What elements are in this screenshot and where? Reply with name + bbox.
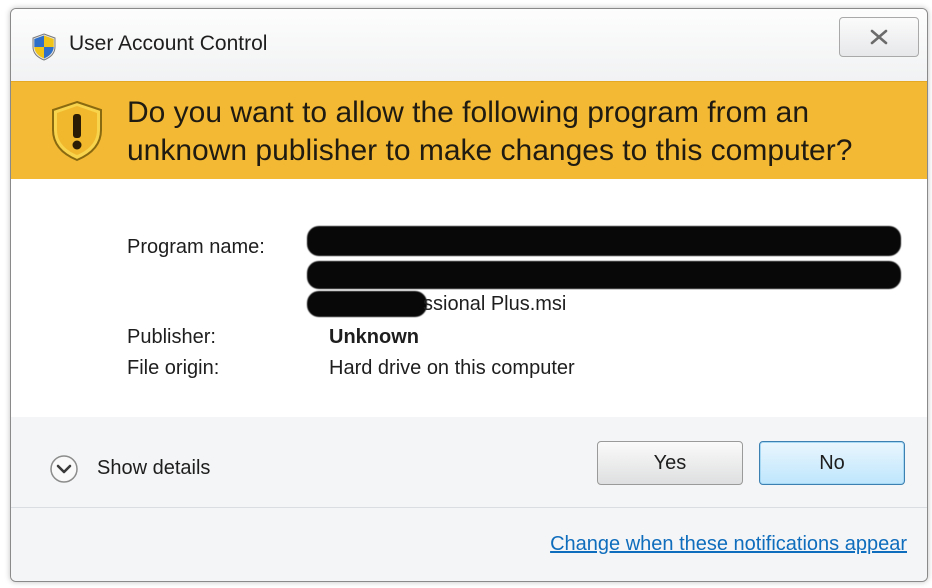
close-icon — [870, 29, 888, 45]
program-details: Program name: ssional Plus.msi Publisher… — [11, 179, 927, 417]
uac-dialog: User Account Control Do you want to allo… — [10, 8, 928, 582]
redaction-mark — [307, 291, 427, 317]
yes-button[interactable]: Yes — [597, 441, 743, 485]
window-title: User Account Control — [69, 32, 268, 55]
show-details-label: Show details — [97, 457, 211, 479]
warning-shield-icon — [52, 100, 102, 162]
uac-shield-icon — [32, 33, 56, 61]
footer-divider — [11, 507, 927, 508]
redaction-mark — [307, 226, 901, 256]
publisher-value: Unknown — [329, 326, 419, 348]
uac-question: Do you want to allow the following progr… — [127, 96, 853, 167]
title-bar: User Account Control — [11, 9, 927, 81]
program-name-label: Program name: — [127, 236, 265, 258]
file-origin-value: Hard drive on this computer — [329, 357, 575, 379]
close-button[interactable] — [839, 17, 919, 57]
show-details-toggle[interactable]: Show details — [49, 453, 249, 485]
change-notifications-link[interactable]: Change when these notifications appear — [550, 533, 907, 556]
program-name-value: ssional Plus.msi — [423, 293, 567, 315]
chevron-down-icon — [50, 455, 78, 483]
file-origin-label: File origin: — [127, 357, 220, 379]
no-button[interactable]: No — [759, 441, 905, 485]
warning-banner: Do you want to allow the following progr… — [11, 81, 927, 181]
redaction-mark — [307, 261, 901, 289]
dialog-footer: Show details Yes No Change when these no… — [11, 417, 927, 581]
publisher-label: Publisher: — [127, 326, 216, 348]
